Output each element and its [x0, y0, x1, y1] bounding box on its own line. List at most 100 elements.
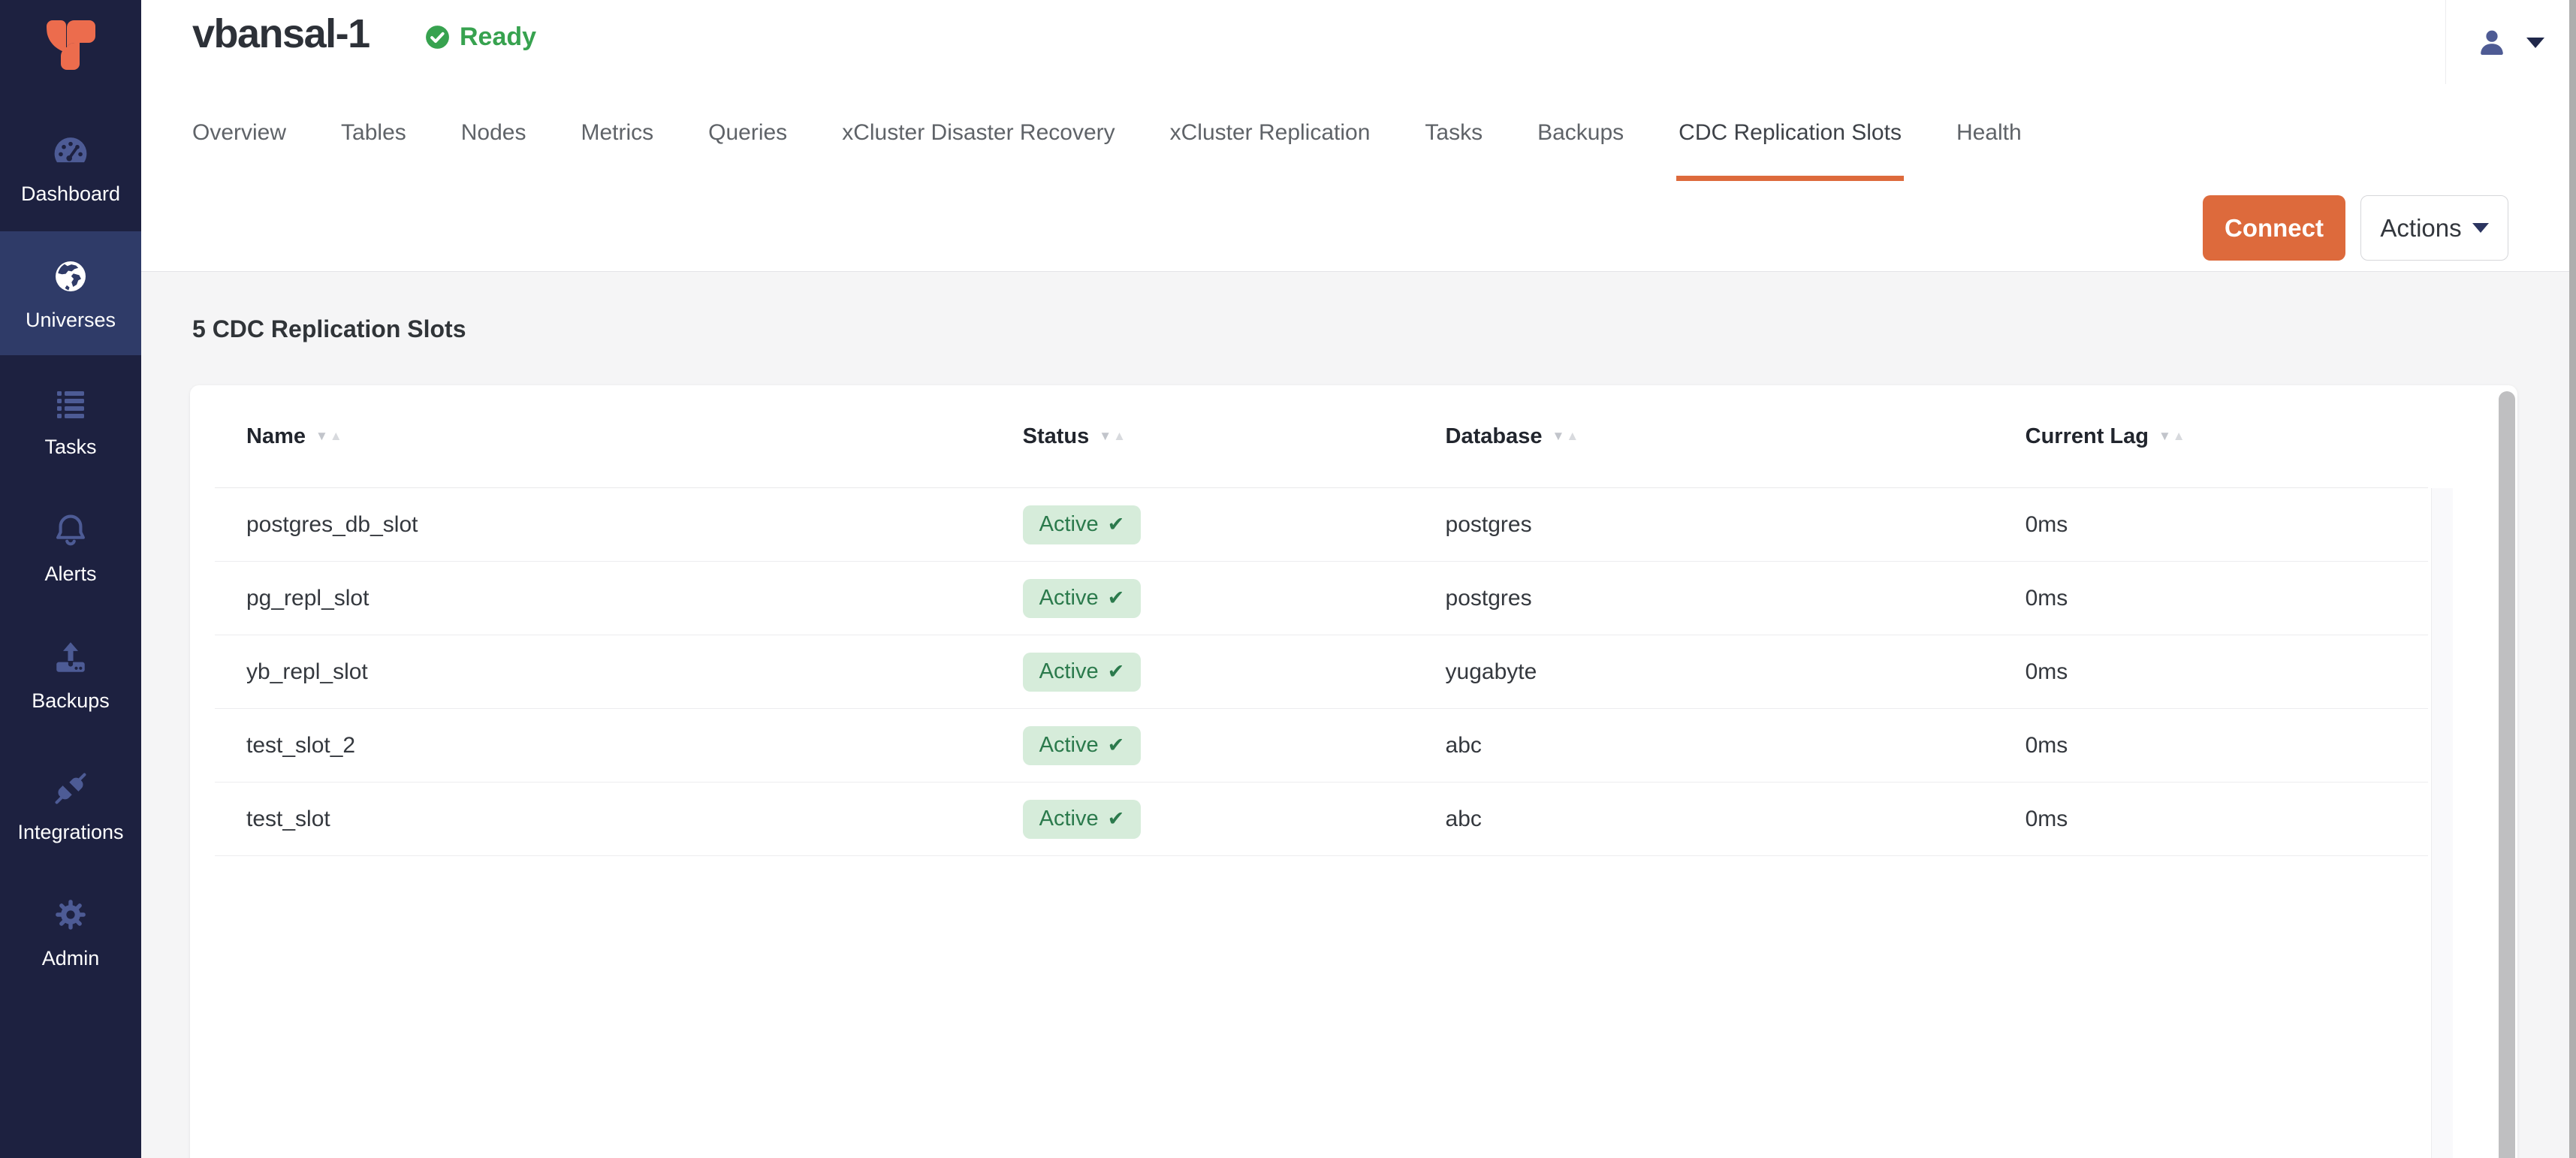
panel-scrollbar[interactable]	[2499, 391, 2515, 1158]
table-header-row: Name ▼▲ Status ▼▲ Database ▼▲ Current La…	[215, 385, 2428, 488]
status-badge-active: Active✔	[1023, 505, 1142, 544]
column-header-current-lag[interactable]: Current Lag ▼▲	[2026, 424, 2428, 449]
universe-header: vbansal-1 Ready Overview Tables No	[141, 0, 2576, 272]
table-body: postgres_db_slot Active✔ postgres 0ms pg…	[215, 488, 2428, 856]
tab-bar: Overview Tables Nodes Metrics Queries xC…	[192, 117, 2022, 149]
cell-current-lag: 0ms	[2026, 733, 2428, 758]
cell-name: postgres_db_slot	[215, 512, 1023, 538]
gear-icon	[52, 894, 89, 936]
list-icon	[53, 382, 89, 424]
cell-database: abc	[1446, 733, 2026, 758]
sidebar-item-universes[interactable]: Universes	[0, 231, 141, 355]
check-icon: ✔	[1108, 513, 1125, 536]
tab-overview[interactable]: Overview	[192, 117, 286, 149]
tab-cdc-replication-slots[interactable]: CDC Replication Slots	[1679, 117, 1902, 149]
cell-current-lag: 0ms	[2026, 807, 2428, 832]
cell-database: yugabyte	[1446, 659, 2026, 685]
tab-xcluster-replication[interactable]: xCluster Replication	[1170, 117, 1371, 149]
column-header-database[interactable]: Database ▼▲	[1446, 424, 2026, 449]
chevron-down-icon	[2526, 38, 2544, 48]
sidebar-item-dashboard[interactable]: Dashboard	[0, 105, 141, 229]
sort-icon: ▼▲	[315, 429, 342, 444]
globe-icon	[52, 255, 89, 297]
tab-xcluster-disaster-recovery[interactable]: xCluster Disaster Recovery	[842, 117, 1115, 149]
cell-current-lag: 0ms	[2026, 659, 2428, 685]
actions-button-label: Actions	[2380, 214, 2461, 243]
cell-status: Active✔	[1023, 579, 1446, 618]
table-scroll-track	[2431, 488, 2453, 1158]
column-header-name[interactable]: Name ▼▲	[215, 424, 1023, 449]
sort-icon: ▼▲	[1099, 429, 1126, 444]
cell-current-lag: 0ms	[2026, 586, 2428, 611]
user-menu[interactable]	[2474, 20, 2544, 66]
page-scrollbar[interactable]	[2569, 0, 2576, 1158]
cell-name: test_slot	[215, 807, 1023, 832]
sort-icon: ▼▲	[1552, 429, 1579, 444]
sidebar-item-label: Backups	[32, 689, 110, 713]
table-row: pg_repl_slot Active✔ postgres 0ms	[215, 562, 2428, 635]
tab-backups[interactable]: Backups	[1537, 117, 1624, 149]
table-row: test_slot_2 Active✔ abc 0ms	[215, 709, 2428, 783]
sidebar-item-label: Alerts	[44, 562, 96, 586]
sidebar: Dashboard Universes	[0, 0, 141, 1158]
section-heading: 5 CDC Replication Slots	[192, 315, 466, 343]
cell-status: Active✔	[1023, 653, 1446, 692]
cdc-slots-content: 5 CDC Replication Slots Name ▼▲ Status ▼…	[141, 272, 2576, 1158]
table-row: postgres_db_slot Active✔ postgres 0ms	[215, 488, 2428, 562]
upload-icon	[52, 636, 89, 678]
cell-name: yb_repl_slot	[215, 659, 1023, 685]
sidebar-item-label: Tasks	[44, 435, 96, 459]
cell-name: test_slot_2	[215, 733, 1023, 758]
check-icon: ✔	[1108, 734, 1125, 757]
column-header-status[interactable]: Status ▼▲	[1023, 424, 1446, 449]
caret-down-icon	[2472, 223, 2489, 233]
check-icon: ✔	[1108, 660, 1125, 683]
cell-database: abc	[1446, 807, 2026, 832]
sidebar-item-integrations[interactable]: Integrations	[0, 743, 141, 867]
gauge-icon	[50, 129, 91, 171]
user-avatar-icon	[2474, 25, 2510, 61]
check-icon: ✔	[1108, 807, 1125, 831]
check-circle-icon	[424, 23, 451, 51]
header-divider	[2445, 0, 2446, 84]
status-badge-active: Active✔	[1023, 653, 1142, 692]
sidebar-item-tasks[interactable]: Tasks	[0, 358, 141, 482]
tab-tasks[interactable]: Tasks	[1425, 117, 1483, 149]
sidebar-item-label: Dashboard	[21, 182, 120, 206]
table-row: yb_repl_slot Active✔ yugabyte 0ms	[215, 635, 2428, 709]
tab-health[interactable]: Health	[1956, 117, 2022, 149]
yugabyte-logo[interactable]	[0, 18, 141, 72]
cell-database: postgres	[1446, 512, 2026, 538]
status-badge-active: Active✔	[1023, 579, 1142, 618]
cell-name: pg_repl_slot	[215, 586, 1023, 611]
check-icon: ✔	[1108, 587, 1125, 610]
sidebar-item-label: Universes	[26, 308, 116, 332]
connect-button[interactable]: Connect	[2203, 195, 2345, 261]
tab-nodes[interactable]: Nodes	[461, 117, 526, 149]
main-area: vbansal-1 Ready Overview Tables No	[141, 0, 2576, 1158]
yugabyte-logo-icon	[44, 18, 97, 72]
sidebar-item-admin[interactable]: Admin	[0, 870, 141, 994]
cell-current-lag: 0ms	[2026, 512, 2428, 538]
sidebar-item-label: Integrations	[17, 820, 123, 844]
plug-icon	[51, 767, 90, 810]
tab-metrics[interactable]: Metrics	[581, 117, 653, 149]
sidebar-item-alerts[interactable]: Alerts	[0, 485, 141, 609]
status-badge-active: Active✔	[1023, 726, 1142, 765]
tab-tables[interactable]: Tables	[341, 117, 406, 149]
sort-icon: ▼▲	[2158, 429, 2185, 444]
cell-database: postgres	[1446, 586, 2026, 611]
sidebar-item-backups[interactable]: Backups	[0, 612, 141, 736]
cell-status: Active✔	[1023, 726, 1446, 765]
table-row: test_slot Active✔ abc 0ms	[215, 783, 2428, 856]
page-title: vbansal-1	[192, 11, 370, 57]
sidebar-item-label: Admin	[42, 946, 100, 970]
cell-status: Active✔	[1023, 505, 1446, 544]
tab-queries[interactable]: Queries	[708, 117, 787, 149]
universe-status: Ready	[424, 23, 536, 52]
status-label: Ready	[460, 23, 536, 52]
status-badge-active: Active✔	[1023, 800, 1142, 839]
cell-status: Active✔	[1023, 800, 1446, 839]
slots-table-card: Name ▼▲ Status ▼▲ Database ▼▲ Current La…	[190, 385, 2517, 1158]
actions-button[interactable]: Actions	[2360, 195, 2508, 261]
